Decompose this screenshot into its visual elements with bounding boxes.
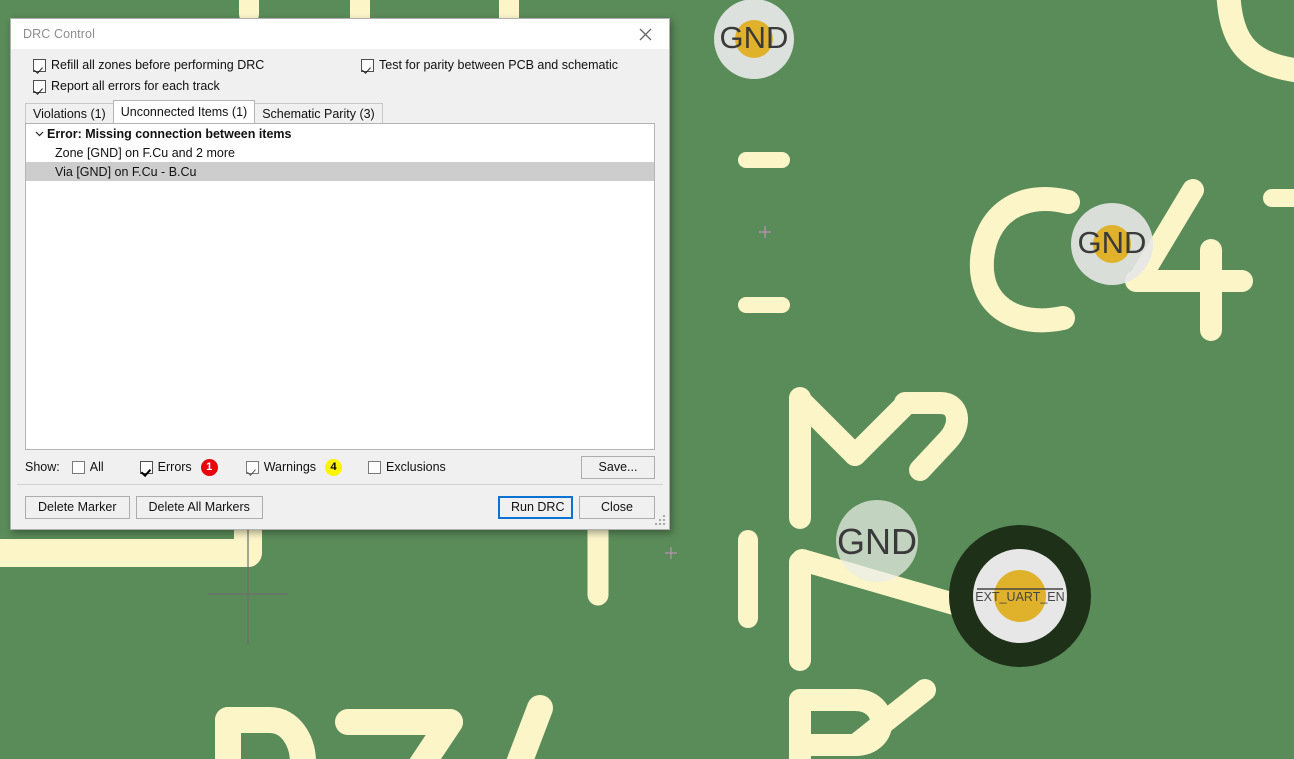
checkbox-show-errors-label: Errors bbox=[157, 460, 192, 474]
violations-list[interactable]: Error: Missing connection between items … bbox=[25, 123, 655, 450]
save-button[interactable]: Save... bbox=[581, 455, 655, 479]
checkbox-report-all-errors-label: Report all errors for each track bbox=[51, 79, 220, 93]
drc-control-dialog[interactable]: DRC Control Refill all zones before perf… bbox=[10, 18, 670, 530]
dialog-options: Refill all zones before performing DRC T… bbox=[11, 49, 669, 101]
checkbox-test-parity[interactable]: Test for parity between PCB and schemati… bbox=[361, 58, 618, 72]
tabstrip: Violations (1) Unconnected Items (1) Sch… bbox=[25, 100, 669, 123]
checkbox-report-all-errors[interactable]: Report all errors for each track bbox=[33, 79, 220, 93]
pad-ext-uart-en[interactable]: EXT_UART_EN bbox=[949, 525, 1091, 667]
checkbox-show-exclusions[interactable]: Exclusions bbox=[368, 460, 446, 474]
pad-gnd-lower[interactable]: GND bbox=[836, 500, 918, 582]
pad-gnd-top[interactable]: GND bbox=[714, 0, 794, 79]
resize-grip[interactable] bbox=[655, 515, 666, 526]
list-item[interactable]: Zone [GND] on F.Cu and 2 more bbox=[26, 143, 654, 162]
pad-label-gnd-lower: GND bbox=[837, 521, 917, 562]
list-item-label: Via [GND] on F.Cu - B.Cu bbox=[55, 164, 197, 179]
pad-gnd-c4[interactable]: GND bbox=[1071, 203, 1153, 285]
show-label: Show: bbox=[25, 460, 60, 474]
run-drc-button[interactable]: Run DRC bbox=[498, 495, 573, 519]
options-row-1: Refill all zones before performing DRC T… bbox=[11, 57, 669, 77]
list-item[interactable]: Via [GND] on F.Cu - B.Cu bbox=[26, 162, 654, 181]
checkbox-show-errors-box[interactable] bbox=[139, 460, 153, 474]
checkbox-show-errors[interactable]: Errors bbox=[139, 460, 192, 474]
checkbox-test-parity-box[interactable] bbox=[361, 58, 374, 72]
close-icon[interactable] bbox=[625, 20, 665, 48]
dialog-titlebar: DRC Control bbox=[11, 19, 669, 49]
dialog-title: DRC Control bbox=[23, 27, 95, 41]
checkbox-report-all-errors-box[interactable] bbox=[33, 79, 46, 93]
checkbox-show-all-box[interactable] bbox=[71, 460, 85, 474]
dialog-footer: Delete Marker Delete All Markers Run DRC… bbox=[11, 485, 669, 529]
checkbox-show-warnings-label: Warnings bbox=[263, 460, 317, 474]
pad-label-gnd-top: GND bbox=[720, 20, 789, 55]
chevron-down-icon[interactable] bbox=[32, 126, 47, 141]
delete-all-markers-button[interactable]: Delete All Markers bbox=[135, 495, 263, 519]
show-filter-row: Show: All Errors 1 Warnings 4 Exclusions… bbox=[11, 450, 669, 484]
checkbox-refill-zones[interactable]: Refill all zones before performing DRC bbox=[33, 58, 264, 72]
tab-unconnected-items[interactable]: Unconnected Items (1) bbox=[112, 100, 256, 123]
tab-violations[interactable]: Violations (1) bbox=[25, 103, 114, 123]
list-group-label: Error: Missing connection between items bbox=[47, 126, 292, 141]
checkbox-refill-zones-label: Refill all zones before performing DRC bbox=[51, 58, 265, 72]
checkbox-show-warnings[interactable]: Warnings bbox=[245, 460, 317, 474]
checkbox-show-exclusions-box[interactable] bbox=[368, 460, 382, 474]
checkbox-show-exclusions-label: Exclusions bbox=[386, 460, 446, 474]
delete-marker-button[interactable]: Delete Marker bbox=[25, 495, 130, 519]
close-button[interactable]: Close bbox=[579, 495, 655, 519]
list-item-label: Zone [GND] on F.Cu and 2 more bbox=[55, 145, 235, 160]
status-badge-errors: 1 bbox=[200, 458, 218, 476]
checkbox-test-parity-label: Test for parity between PCB and schemati… bbox=[379, 58, 619, 72]
checkbox-show-warnings-box[interactable] bbox=[245, 460, 259, 474]
tab-schematic-parity[interactable]: Schematic Parity (3) bbox=[254, 103, 383, 123]
checkbox-show-all-label: All bbox=[89, 460, 104, 474]
options-row-2: Report all errors for each track bbox=[11, 77, 669, 97]
checkbox-show-all[interactable]: All bbox=[71, 460, 104, 474]
status-badge-warnings: 4 bbox=[325, 458, 343, 476]
checkbox-refill-zones-box[interactable] bbox=[33, 58, 46, 72]
list-group-row[interactable]: Error: Missing connection between items bbox=[26, 124, 654, 143]
pad-label-ext-uart-en: EXT_UART_EN bbox=[975, 590, 1064, 604]
pad-label-gnd-c4: GND bbox=[1078, 225, 1147, 260]
